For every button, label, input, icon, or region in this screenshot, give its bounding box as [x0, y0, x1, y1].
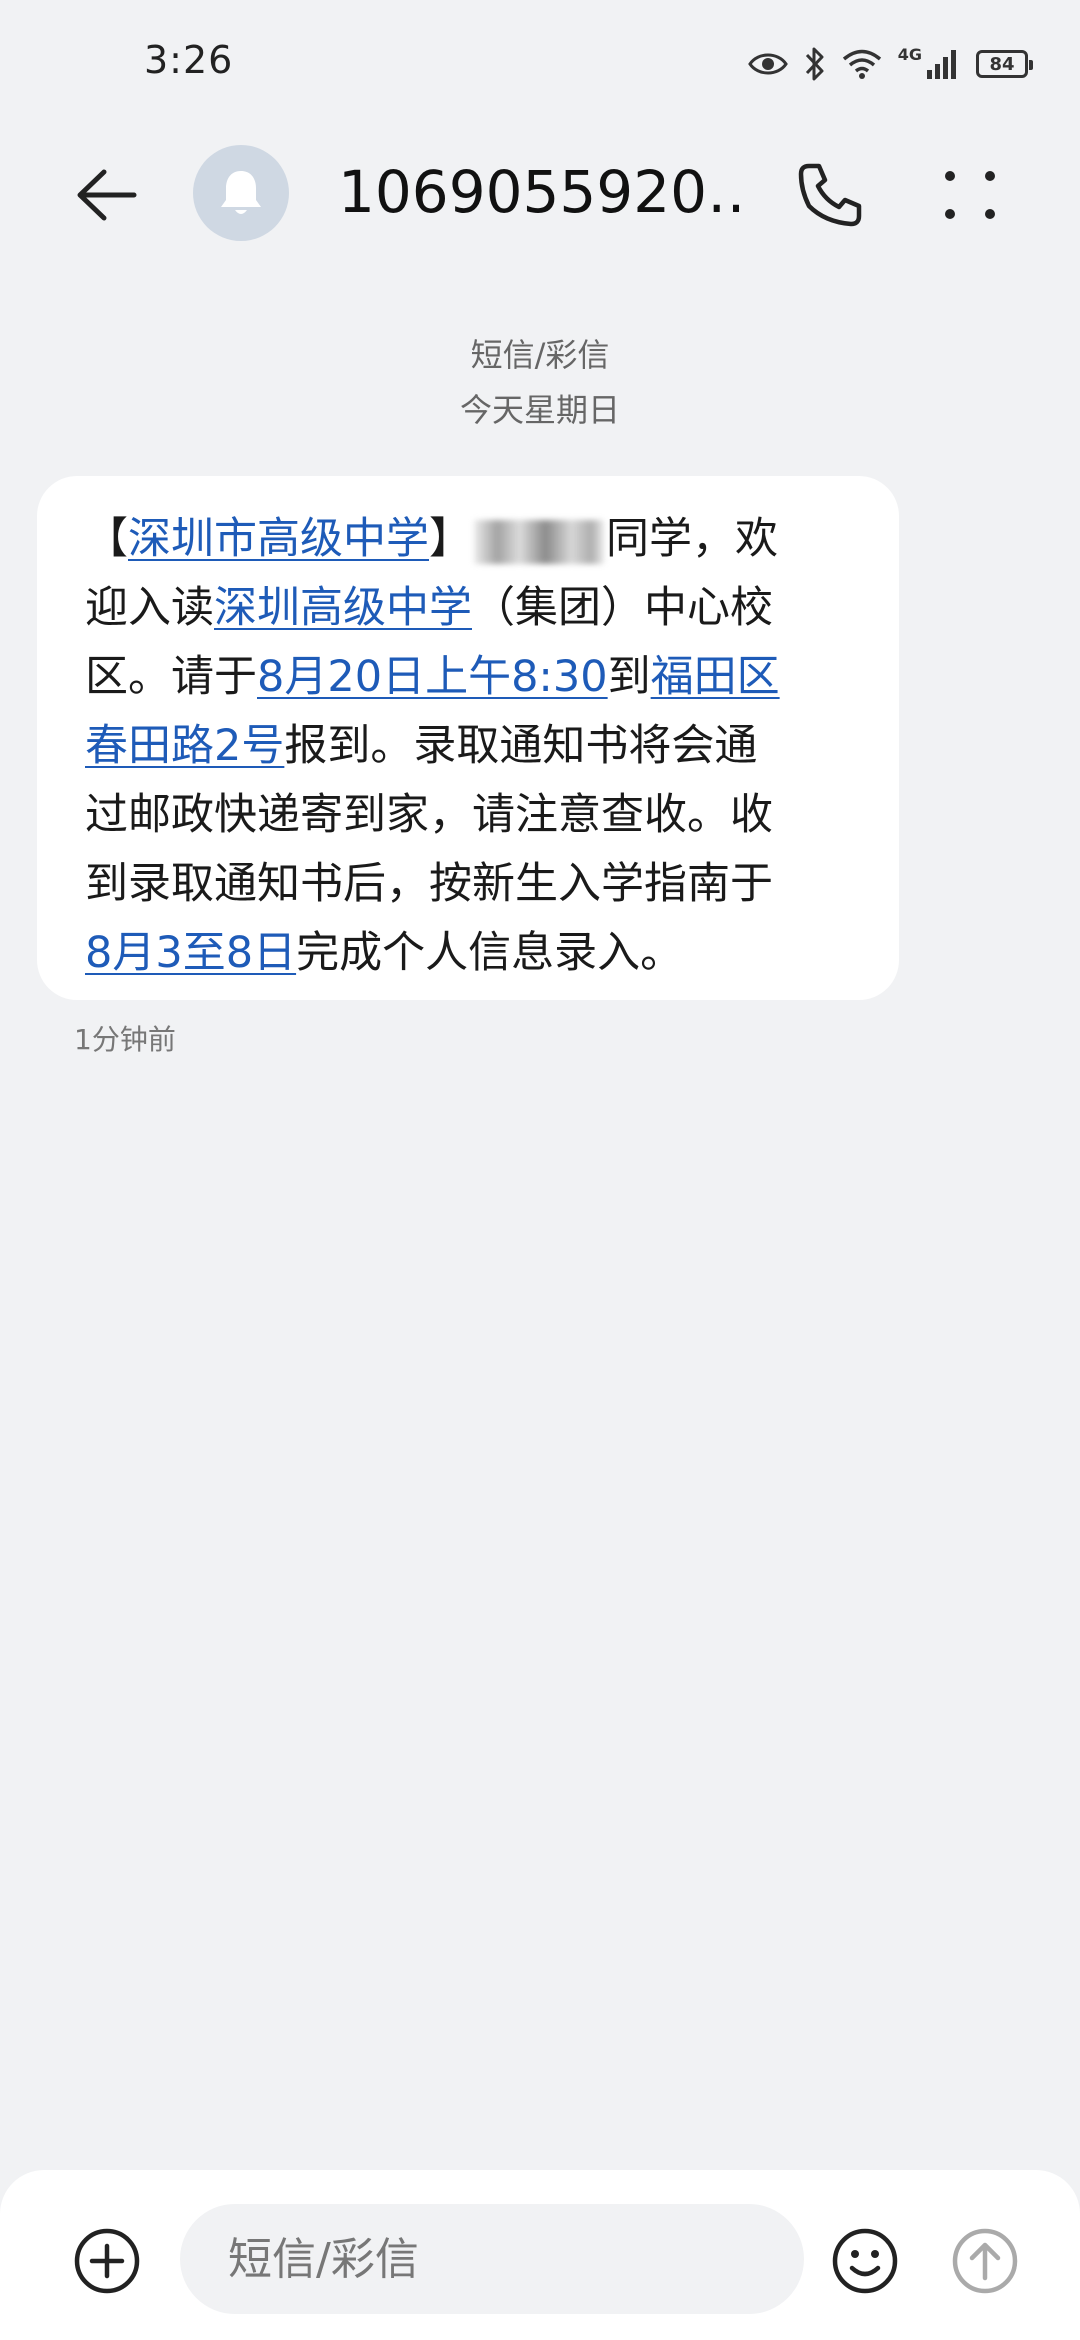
message-text-segment: 完成个人信息录入。 [296, 928, 684, 978]
message-line: 到录取通知书后，按新生入学指南于 [85, 850, 859, 919]
status-time: 3:26 [144, 38, 234, 82]
message-text-segment: 过邮政快递寄到家，请注意查收。收 [85, 790, 773, 840]
bluetooth-icon [804, 46, 826, 82]
signal-icon [926, 48, 960, 80]
message-timestamp: 1分钟前 [74, 1023, 176, 1056]
message-text-segment: 到录取通知书后，按新生入学指南于 [85, 859, 773, 909]
emoji-icon [832, 2228, 898, 2294]
message-line: 8月3至8日完成个人信息录入。 [85, 919, 859, 988]
more-button[interactable] [940, 160, 1000, 230]
message-line: 过邮政快递寄到家，请注意查收。收 [85, 781, 859, 850]
message-line: 春田路2号报到。录取通知书将会通 [85, 712, 859, 781]
message-text-segment: 同学，欢 [606, 514, 778, 564]
network-type: 4G [897, 44, 922, 64]
message-text-segment: （集团）中心校 [472, 583, 773, 633]
back-button[interactable] [72, 160, 142, 230]
call-button[interactable] [795, 160, 865, 230]
bracket-open: 【 [85, 514, 128, 564]
battery-icon: 84 [976, 50, 1033, 78]
arrow-left-icon [77, 169, 137, 221]
message-text-segment: 区。请于 [85, 652, 257, 702]
message-line: 迎入读深圳高级中学（集团）中心校 [85, 574, 859, 643]
message-line: 区。请于8月20日上午8:30到福田区 [85, 643, 859, 712]
send-button[interactable] [950, 2226, 1020, 2296]
composer-bar [0, 2170, 1080, 2340]
link-school-short[interactable]: 深圳高级中学 [214, 583, 472, 633]
redacted-name [474, 519, 604, 564]
phone-icon [798, 163, 862, 227]
message-text-segment: 到 [607, 652, 651, 702]
battery-level: 84 [989, 53, 1015, 75]
wifi-icon [842, 48, 882, 80]
link-report-datetime[interactable]: 8月20日上午8:30 [257, 652, 608, 702]
more-vertical-icon [945, 171, 995, 219]
conversation-header: 1069055920… [0, 130, 1080, 250]
avatar[interactable] [193, 145, 289, 241]
message-text-segment: 迎入读 [85, 583, 214, 633]
contact-title: 1069055920… [338, 158, 748, 226]
message-input[interactable] [180, 2204, 804, 2314]
link-school-name[interactable]: 深圳市高级中学 [128, 514, 429, 564]
message-text-segment: 报到。录取通知书将会通 [284, 721, 758, 771]
plus-circle-icon [74, 2228, 140, 2294]
date-separator: 今天星期日 [459, 391, 620, 429]
bell-icon [221, 171, 261, 214]
send-arrow-icon [952, 2228, 1018, 2294]
link-address-part1[interactable]: 福田区 [651, 652, 780, 702]
message-type-label: 短信/彩信 [470, 336, 610, 374]
bracket-close: 】 [429, 514, 472, 564]
eye-icon [747, 50, 788, 78]
link-info-date[interactable]: 8月3至8日 [85, 928, 296, 978]
message-line: 【深圳市高级中学】 同学，欢 [85, 505, 859, 574]
link-address-part2[interactable]: 春田路2号 [85, 721, 284, 771]
attach-button[interactable] [72, 2226, 142, 2296]
status-icons: 4G 84 [747, 44, 1033, 84]
message-text: 【深圳市高级中学】 同学，欢 迎入读深圳高级中学（集团）中心校 区。请于8月20日… [85, 505, 859, 988]
message-bubble[interactable]: 【深圳市高级中学】 同学，欢 迎入读深圳高级中学（集团）中心校 区。请于8月20日… [37, 476, 899, 1000]
emoji-button[interactable] [830, 2226, 900, 2296]
status-bar: 3:26 4G 84 [0, 0, 1080, 120]
